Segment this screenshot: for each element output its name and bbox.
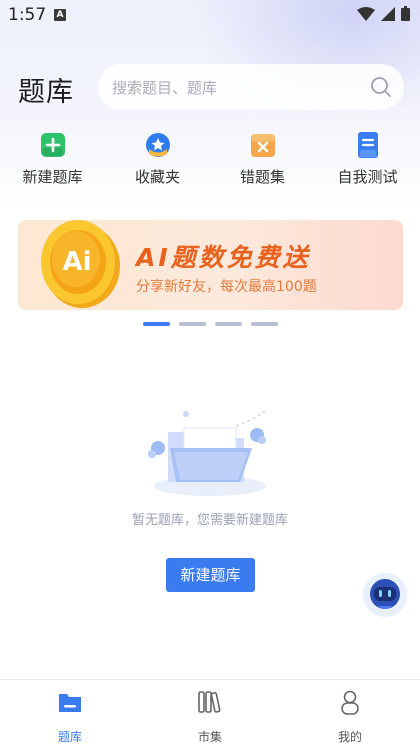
status-bar: 1:57 A [0, 0, 420, 30]
notification-icon: A [54, 9, 66, 21]
nav-tab-profile[interactable]: 我的 [280, 680, 420, 746]
carousel-dot[interactable] [251, 322, 278, 326]
ai-coin-icon: Ai [41, 220, 120, 308]
folder-icon [59, 694, 81, 712]
bottom-nav: 题库 市集 我的 [0, 679, 420, 746]
quick-action-label: 自我测试 [337, 168, 398, 186]
quick-action-new-bank[interactable]: 新建题库 [0, 130, 105, 187]
wrong-book-icon [250, 134, 275, 157]
quick-action-favorites[interactable]: 收藏夹 [105, 130, 210, 187]
nav-label: 我的 [337, 730, 362, 744]
header: 题库 搜索题目、题库 [0, 64, 420, 114]
search-icon[interactable] [370, 76, 392, 98]
signal-icon [381, 6, 395, 21]
carousel-dot[interactable] [179, 322, 206, 326]
status-icons [357, 6, 410, 21]
books-icon [198, 691, 221, 713]
empty-folder-illustration [148, 409, 267, 496]
test-sheet-icon [357, 132, 378, 158]
quick-actions: 新建题库 收藏夹 错题集 自我测试 [0, 130, 420, 187]
promo-banner[interactable]: Ai AI题数免费送 分享新好友，每次最高100题 [18, 220, 403, 310]
carousel-indicator [143, 322, 278, 326]
banner-subtitle: 分享新好友，每次最高100题 [136, 279, 317, 295]
carousel-dot[interactable] [215, 322, 242, 326]
empty-state-message: 暂无题库，您需要新建题库 [131, 513, 288, 528]
quick-action-self-test[interactable]: 自我测试 [315, 130, 420, 187]
coin-text: Ai [62, 247, 91, 277]
carousel-dot-active[interactable] [143, 322, 170, 326]
quick-action-label: 新建题库 [22, 168, 83, 186]
person-icon [341, 690, 359, 715]
page-title: 题库 [18, 77, 74, 108]
assistant-robot-icon[interactable] [362, 572, 408, 618]
quick-action-label: 收藏夹 [134, 168, 180, 186]
search-input[interactable]: 搜索题目、题库 [98, 64, 404, 110]
star-folder-icon [145, 133, 170, 157]
new-bank-button[interactable]: 新建题库 [166, 558, 255, 592]
nav-label: 市集 [197, 730, 222, 744]
quick-action-label: 错题集 [239, 168, 285, 186]
quick-action-wrong-book[interactable]: 错题集 [210, 130, 315, 187]
wifi-icon [357, 6, 375, 21]
nav-tab-market[interactable]: 市集 [140, 680, 280, 746]
search-placeholder: 搜索题目、题库 [112, 78, 218, 97]
nav-tab-question-bank[interactable]: 题库 [0, 680, 140, 746]
add-square-icon [40, 133, 65, 157]
banner-title: AI题数免费送 [136, 243, 311, 272]
nav-label: 题库 [57, 730, 82, 744]
battery-icon [401, 6, 410, 21]
status-time: 1:57 [8, 5, 47, 25]
